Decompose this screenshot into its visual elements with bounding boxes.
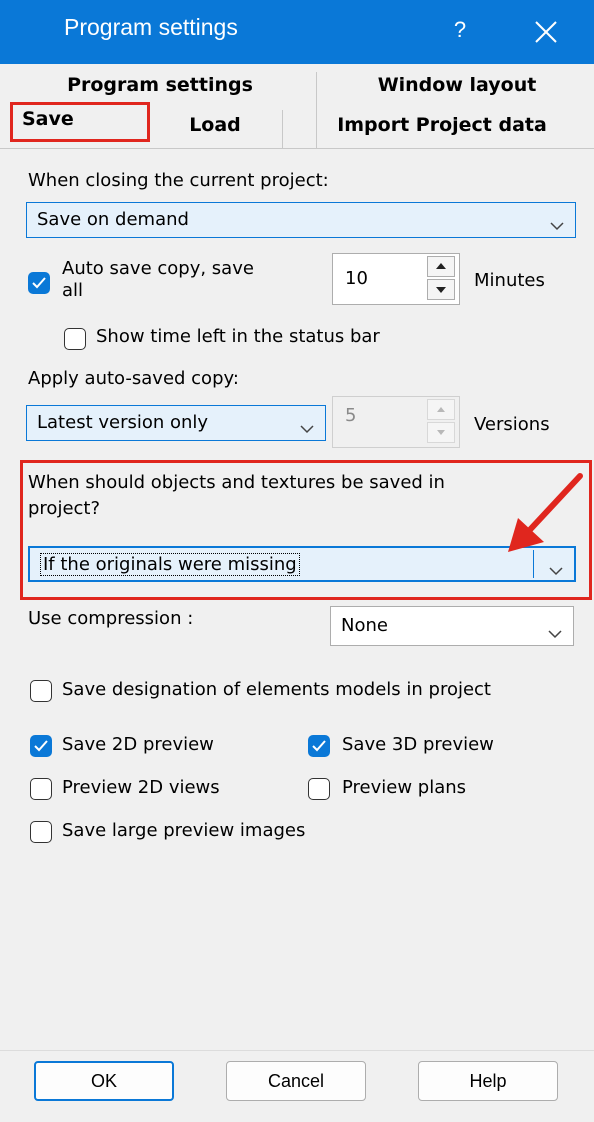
objects-textures-label: When should objects and textures be save…: [28, 470, 445, 522]
save-designation-checkbox[interactable]: [30, 680, 52, 702]
objects-textures-value: If the originals were missing: [40, 553, 300, 576]
tab-window-layout[interactable]: Window layout: [320, 74, 594, 96]
apply-autosaved-label: Apply auto-saved copy:: [28, 368, 239, 389]
objects-textures-label-line1: When should objects and textures be save…: [28, 472, 445, 493]
show-time-left-checkbox[interactable]: [64, 328, 86, 350]
preview-plans-label: Preview plans: [342, 777, 467, 798]
close-icon[interactable]: [526, 12, 566, 52]
show-time-left-label: Show time left in the status bar: [96, 326, 380, 347]
versions-spinner: 5: [332, 396, 460, 448]
tab-program-settings[interactable]: Program settings: [0, 74, 320, 96]
help-title-button[interactable]: ?: [440, 10, 480, 50]
auto-save-interval-spinner[interactable]: 10: [332, 253, 460, 305]
triangle-down-icon: [437, 430, 445, 435]
checkmark-icon: [312, 740, 326, 752]
auto-save-interval-value: 10: [345, 268, 368, 289]
auto-save-checkbox[interactable]: [28, 272, 50, 294]
spin-up-button[interactable]: [427, 256, 455, 277]
compression-combo[interactable]: None: [330, 606, 574, 646]
red-arrow-annotation: [508, 473, 583, 552]
spin-up-button: [427, 399, 455, 420]
versions-count-value: 5: [345, 405, 357, 426]
objects-textures-combo[interactable]: If the originals were missing: [28, 546, 576, 582]
checkmark-icon: [34, 740, 48, 752]
cancel-button[interactable]: Cancel: [226, 1061, 366, 1101]
apply-autosaved-value: Latest version only: [37, 412, 209, 433]
save-3d-preview-label: Save 3D preview: [342, 734, 494, 755]
closing-project-label: When closing the current project:: [28, 170, 329, 191]
program-settings-dialog: Program settings ? Program settings Wind…: [0, 0, 594, 1122]
button-bar-separator: [0, 1050, 594, 1051]
tab-divider: [282, 110, 283, 148]
tab-load[interactable]: Load: [150, 114, 280, 136]
apply-autosaved-combo[interactable]: Latest version only: [26, 405, 326, 441]
chevron-down-icon: [547, 618, 563, 639]
save-3d-preview-checkbox[interactable]: [308, 735, 330, 757]
objects-textures-label-line2: project?: [28, 498, 101, 519]
chevron-down-icon: [549, 212, 565, 231]
help-button[interactable]: Help: [418, 1061, 558, 1101]
compression-value: None: [341, 615, 388, 636]
window-title: Program settings: [64, 14, 238, 40]
auto-save-label-line2: all: [62, 280, 84, 301]
versions-label: Versions: [474, 414, 550, 435]
preview-2d-views-label: Preview 2D views: [62, 777, 220, 798]
checkmark-icon: [32, 277, 46, 289]
auto-save-label: Auto save copy, save all: [62, 258, 254, 302]
save-large-preview-label: Save large preview images: [62, 820, 306, 841]
preview-2d-views-checkbox[interactable]: [30, 778, 52, 800]
tab-import-project-data[interactable]: Import Project data: [290, 114, 594, 136]
closing-project-combo[interactable]: Save on demand: [26, 202, 576, 238]
closing-project-value: Save on demand: [37, 209, 189, 230]
spin-down-button: [427, 422, 455, 443]
save-2d-preview-label: Save 2D preview: [62, 734, 214, 755]
chevron-down-icon: [299, 415, 315, 434]
title-bar[interactable]: Program settings ?: [0, 0, 594, 64]
save-tab-highlight-annotation: [10, 102, 150, 142]
preview-plans-checkbox[interactable]: [308, 778, 330, 800]
save-large-preview-checkbox[interactable]: [30, 821, 52, 843]
triangle-up-icon: [437, 407, 445, 412]
save-designation-label: Save designation of elements models in p…: [62, 679, 491, 700]
triangle-up-icon: [436, 263, 446, 269]
compression-label: Use compression :: [28, 608, 194, 629]
ok-button[interactable]: OK: [34, 1061, 174, 1101]
tab-divider: [316, 72, 317, 148]
triangle-down-icon: [436, 287, 446, 293]
spin-down-button[interactable]: [427, 279, 455, 300]
minutes-label: Minutes: [474, 270, 545, 291]
tab-strip-border: [0, 148, 594, 149]
save-2d-preview-checkbox[interactable]: [30, 735, 52, 757]
auto-save-label-line1: Auto save copy, save: [62, 258, 254, 279]
